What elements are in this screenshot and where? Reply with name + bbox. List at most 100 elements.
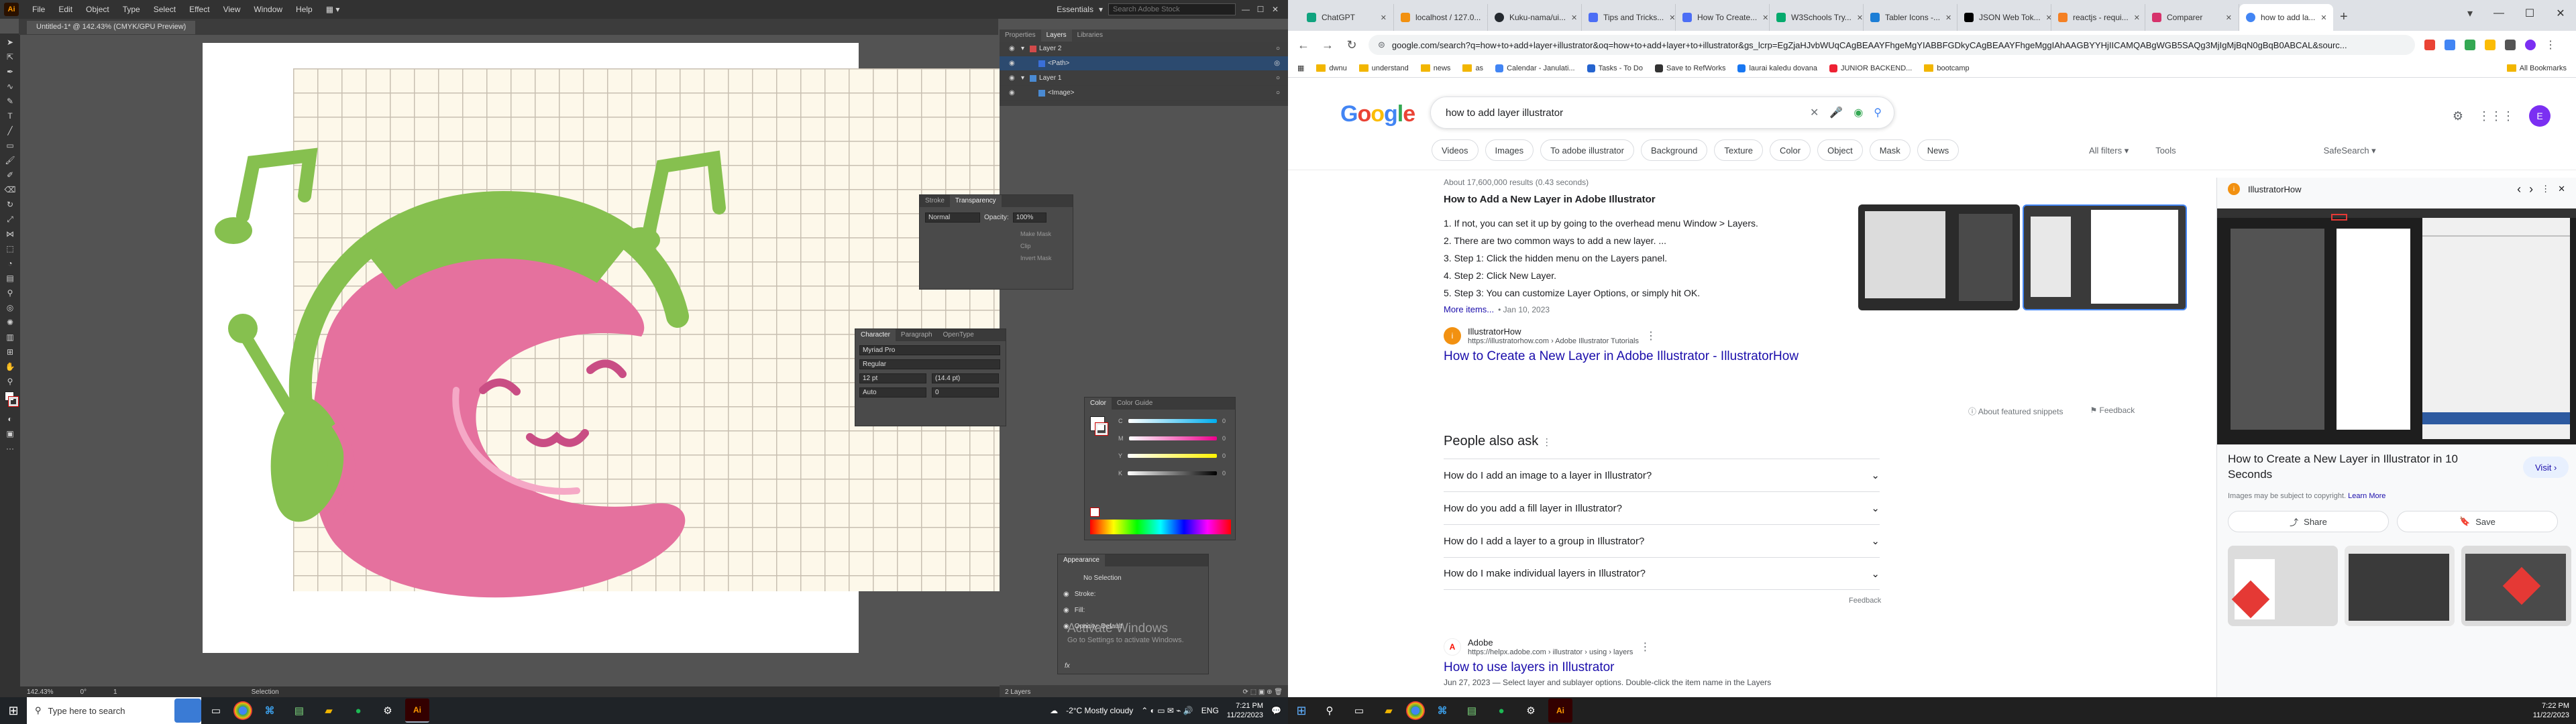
- target-icon[interactable]: ◎: [1274, 60, 1280, 67]
- settings-gear-icon[interactable]: ⚙: [2453, 109, 2463, 123]
- pencil-tool-icon[interactable]: ✎: [3, 95, 17, 107]
- tools-button[interactable]: Tools: [2155, 145, 2176, 156]
- next-icon[interactable]: ›: [2529, 182, 2533, 196]
- google-logo[interactable]: Google: [1340, 101, 1415, 127]
- rotation-angle[interactable]: 0°: [80, 688, 87, 696]
- adobe-stock-search[interactable]: [1108, 3, 1236, 15]
- all-filters-button[interactable]: All filters ▾: [2089, 145, 2129, 156]
- address-bar[interactable]: ⊜ google.com/search?q=how+to+add+layer+i…: [1368, 35, 2415, 55]
- tab-transparency[interactable]: Transparency: [949, 195, 1002, 207]
- canvas-area[interactable]: [20, 35, 1000, 686]
- paa-question[interactable]: How do I make individual layers in Illus…: [1444, 557, 1880, 590]
- leading-input[interactable]: (14.4 pt): [932, 373, 999, 383]
- chrome-icon[interactable]: [233, 701, 252, 720]
- previous-icon[interactable]: ‹: [2517, 182, 2521, 196]
- illustrator-taskbar-icon[interactable]: Ai: [405, 699, 429, 723]
- hand-tool-icon[interactable]: ✋: [3, 361, 17, 373]
- chip-texture[interactable]: Texture: [1714, 139, 1764, 161]
- expand-icon[interactable]: ▾: [1021, 74, 1024, 82]
- eyedropper-tool-icon[interactable]: ⚲: [3, 287, 17, 299]
- browser-tab[interactable]: W3Schools Try... ✕: [1770, 4, 1864, 31]
- tab-color-guide[interactable]: Color Guide: [1112, 398, 1158, 410]
- bookmark-folder[interactable]: bootcamp: [1924, 64, 1970, 72]
- search-highlight-icon[interactable]: [174, 699, 201, 723]
- bookmark-apps-icon[interactable]: ▦: [1297, 64, 1304, 72]
- fill-stroke-icon[interactable]: [3, 390, 19, 410]
- profile-avatar[interactable]: [2525, 40, 2536, 50]
- browser-tab[interactable]: ChatGPT ✕: [1300, 4, 1394, 31]
- font-family-select[interactable]: Myriad Pro: [859, 345, 1000, 355]
- clock[interactable]: 7:22 PM 11/22/2023: [2533, 701, 2569, 720]
- layer-row[interactable]: ◉ ▾ Layer 1 ○: [1000, 71, 1288, 86]
- tab-search-icon[interactable]: ▾: [2457, 0, 2483, 27]
- shape-builder-tool-icon[interactable]: ◔: [3, 257, 17, 269]
- direct-selection-tool-icon[interactable]: ⇱: [3, 51, 17, 63]
- clock[interactable]: 7:21 PM 11/22/2023: [1227, 701, 1263, 720]
- curvature-tool-icon[interactable]: ∿: [3, 80, 17, 93]
- arrange-documents-icon[interactable]: ▦ ▾: [319, 5, 347, 14]
- graph-tool-icon[interactable]: ▥: [3, 331, 17, 343]
- related-image[interactable]: [2461, 546, 2571, 626]
- new-tab-icon[interactable]: +: [2340, 9, 2348, 25]
- close-icon[interactable]: ✕: [2545, 0, 2576, 27]
- bookmark-link[interactable]: Calendar - Janulati...: [1495, 64, 1575, 72]
- save-button[interactable]: 🔖 Save: [2397, 511, 2558, 532]
- chip-news[interactable]: News: [1917, 139, 1960, 161]
- artboard-number[interactable]: 1: [113, 688, 117, 696]
- result-more-icon[interactable]: ⋮: [1640, 640, 1650, 654]
- opacity-input[interactable]: 100%: [1012, 213, 1046, 223]
- eye-icon[interactable]: ◉: [1009, 74, 1017, 82]
- layer-row[interactable]: ◉ <Image> ○: [1000, 86, 1288, 101]
- type-tool-icon[interactable]: T: [3, 110, 17, 122]
- chip-mask[interactable]: Mask: [1869, 139, 1911, 161]
- clear-icon[interactable]: ✕: [1810, 106, 1819, 119]
- paa-question[interactable]: How do you add a fill layer in Illustrat…: [1444, 491, 1880, 524]
- drawing-modes-icon[interactable]: ◐: [3, 413, 17, 425]
- tab-properties[interactable]: Properties: [1000, 29, 1041, 42]
- paa-feedback-link[interactable]: Feedback: [1849, 597, 1881, 605]
- font-size-input[interactable]: 12 pt: [859, 373, 926, 383]
- notepad-icon[interactable]: ▤: [1460, 699, 1484, 723]
- slider-k[interactable]: K0: [1112, 465, 1232, 482]
- related-image[interactable]: [2345, 546, 2455, 626]
- more-items-link[interactable]: More items...: [1444, 304, 1494, 314]
- side-site-name[interactable]: IllustratorHow: [2248, 184, 2301, 194]
- minimize-icon[interactable]: —: [1241, 5, 1250, 14]
- eye-icon[interactable]: ◉: [1009, 45, 1017, 52]
- weather-text[interactable]: -2°C Mostly cloudy: [1066, 706, 1133, 715]
- browser-tab[interactable]: Tips and Tricks... ✕: [1582, 4, 1676, 31]
- browser-tab[interactable]: Tabler Icons -... ✕: [1864, 4, 1957, 31]
- settings-icon[interactable]: ⚙: [1519, 699, 1543, 723]
- tracking-input[interactable]: 0: [932, 387, 999, 398]
- google-search-box[interactable]: how to add layer illustrator ✕ 🎤 ◉ ⚲: [1430, 97, 1894, 129]
- tab-opentype[interactable]: OpenType: [938, 329, 979, 341]
- bookmark-folder[interactable]: news: [1420, 64, 1450, 72]
- line-tool-icon[interactable]: ╱: [3, 125, 17, 137]
- menu-edit[interactable]: Edit: [52, 5, 79, 14]
- all-bookmarks[interactable]: All Bookmarks: [2506, 64, 2567, 72]
- add-effect-button[interactable]: fx: [1065, 662, 1070, 670]
- feedback-link[interactable]: ⚑ Feedback: [2090, 406, 2135, 417]
- zoom-tool-icon[interactable]: ⚲: [3, 375, 17, 387]
- vscode-icon[interactable]: ⌘: [258, 699, 282, 723]
- extension-icon[interactable]: [2485, 40, 2496, 50]
- minimize-icon[interactable]: —: [2483, 0, 2514, 27]
- taskbar-search[interactable]: ⚲ Type here to search: [27, 697, 201, 724]
- learn-more-link[interactable]: Learn More: [2348, 492, 2385, 500]
- bookmark-link[interactable]: Tasks - To Do: [1587, 64, 1643, 72]
- lens-icon[interactable]: ◉: [1854, 106, 1863, 119]
- screen-mode-icon[interactable]: ▣: [3, 428, 17, 440]
- tab-paragraph[interactable]: Paragraph: [896, 329, 938, 341]
- windows-start-icon[interactable]: ⊞: [1288, 697, 1315, 724]
- side-preview-image[interactable]: [2217, 208, 2576, 444]
- reload-icon[interactable]: ↻: [1344, 38, 1359, 52]
- free-transform-tool-icon[interactable]: ⬚: [3, 243, 17, 255]
- site-info-icon[interactable]: ⊜: [1378, 40, 1385, 50]
- file-explorer-icon[interactable]: ▰: [1377, 699, 1401, 723]
- tab-appearance[interactable]: Appearance: [1058, 554, 1105, 566]
- blend-tool-icon[interactable]: ◎: [3, 302, 17, 314]
- stroke-swatch[interactable]: [1095, 422, 1108, 436]
- result-link[interactable]: How to use layers in Illustrator: [1444, 660, 1913, 675]
- color-spectrum[interactable]: [1090, 520, 1231, 534]
- rectangle-tool-icon[interactable]: ▭: [3, 139, 17, 152]
